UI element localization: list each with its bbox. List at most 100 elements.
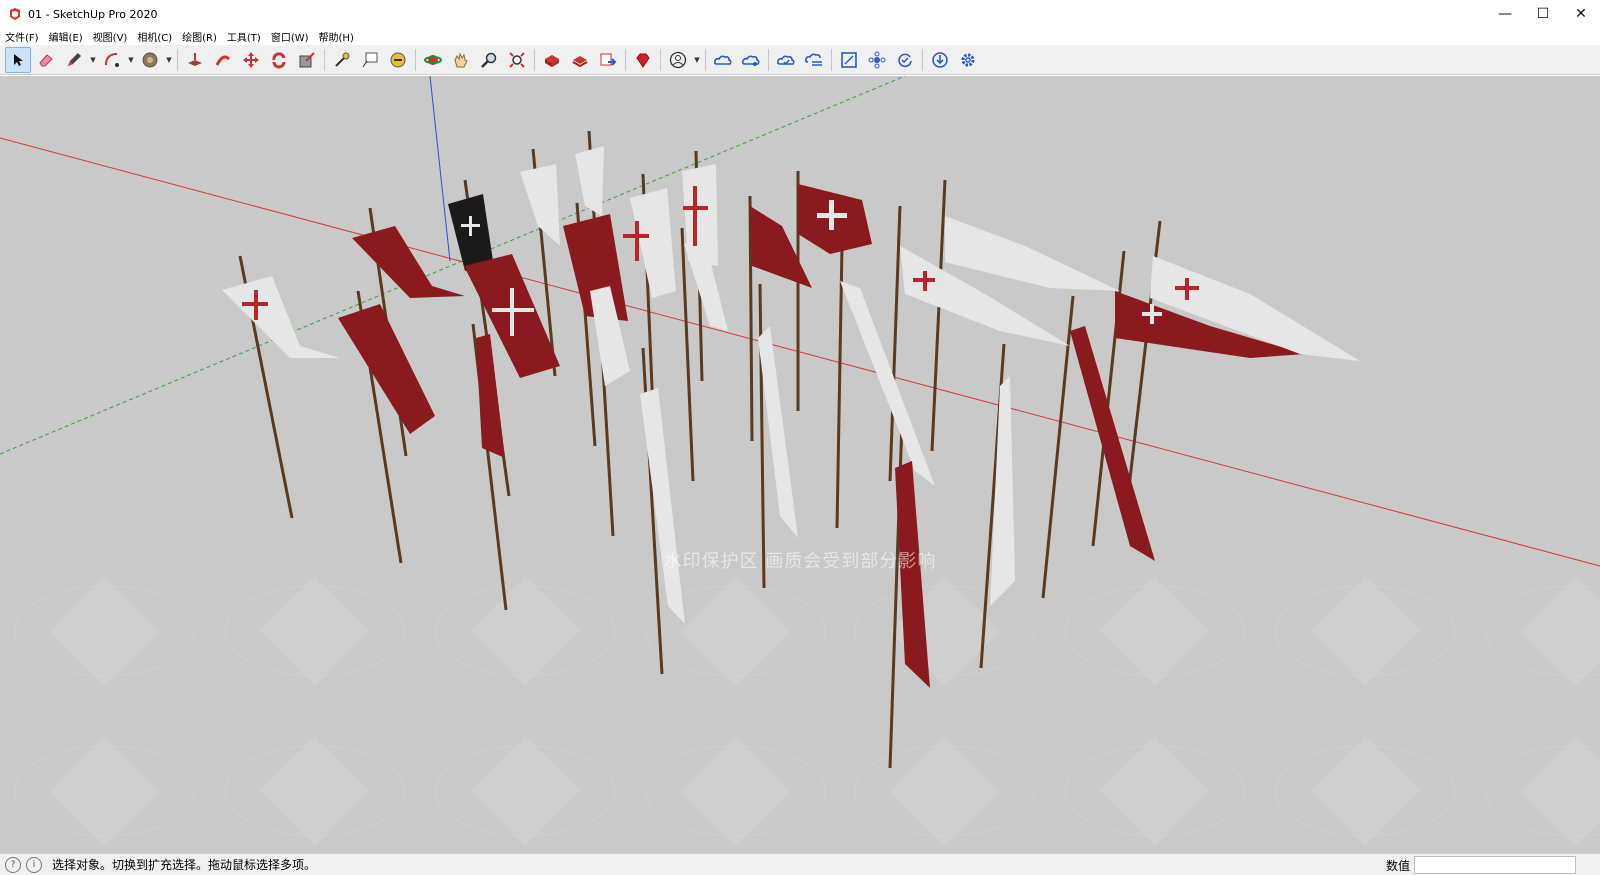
menu-window[interactable]: 窗口(W)	[266, 29, 314, 44]
follow-me-tool-button[interactable]	[210, 47, 236, 73]
tape-measure-icon	[335, 52, 350, 67]
arc-icon	[105, 52, 119, 67]
status-hint: 选择对象。切换到扩充选择。拖动鼠标选择多项。	[52, 858, 317, 872]
scale-icon	[299, 51, 315, 67]
toolbar-separator	[660, 48, 661, 71]
ruby-icon	[636, 53, 650, 68]
orbit-tool-button[interactable]	[420, 47, 446, 73]
measurements-input[interactable]	[1414, 856, 1576, 874]
refresh-button[interactable]	[892, 47, 918, 73]
scale-tool-button[interactable]	[294, 47, 320, 73]
paint-bucket-tool-button[interactable]	[137, 47, 163, 73]
maximize-icon: ☐	[1536, 6, 1550, 22]
arc-tool-button[interactable]	[99, 47, 125, 73]
toolbar-separator	[415, 48, 416, 71]
cloud-upload-button[interactable]	[801, 47, 827, 73]
menu-bar: 文件(F) 编辑(E) 视图(V) 相机(C) 绘图(R) 工具(T) 窗口(W…	[0, 28, 1600, 45]
close-icon: ✕	[1575, 6, 1587, 22]
send-icon	[600, 53, 617, 66]
scene-canvas	[0, 76, 1600, 853]
move-tool-button[interactable]	[238, 47, 264, 73]
info-icon[interactable]: i	[26, 856, 42, 873]
menu-draw[interactable]: 绘图(R)	[177, 29, 222, 44]
toolbar-separator	[324, 48, 325, 71]
model-viewport[interactable]: 水印保护区 画质会受到部分影响	[0, 76, 1600, 853]
download-button[interactable]	[927, 47, 953, 73]
flag-red-banner	[338, 304, 435, 434]
flag-white-long-streamer	[840, 281, 935, 486]
push-pull-icon	[188, 52, 202, 66]
extension-icon	[572, 55, 588, 67]
toolbar-separator	[177, 48, 178, 71]
zoom-tool-button[interactable]	[476, 47, 502, 73]
components-button[interactable]	[864, 47, 890, 73]
zoom-extents-icon	[509, 51, 525, 68]
toolbar-separator	[831, 48, 832, 71]
geo-location-icon[interactable]: ?	[5, 856, 21, 873]
menu-tools[interactable]: 工具(T)	[222, 29, 266, 44]
account-button[interactable]	[665, 47, 691, 73]
cloud-button[interactable]	[710, 47, 736, 73]
maximize-button[interactable]: ☐	[1524, 0, 1562, 28]
move-icon	[243, 51, 259, 68]
toolbar-separator	[922, 48, 923, 71]
eraser-icon	[39, 53, 53, 66]
text-icon	[362, 52, 378, 67]
select-icon	[14, 53, 23, 66]
menu-edit[interactable]: 编辑(E)	[44, 29, 88, 44]
minimize-button[interactable]: —	[1486, 0, 1524, 28]
menu-view[interactable]: 视图(V)	[88, 29, 133, 44]
menu-camera[interactable]: 相机(C)	[132, 29, 177, 44]
main-toolbar: ▼ ▼ ▼ ▼	[0, 45, 1600, 75]
watermark-pattern	[0, 556, 1600, 853]
menu-help[interactable]: 帮助(H)	[314, 29, 359, 44]
menu-file[interactable]: 文件(F)	[0, 29, 44, 44]
send-to-layout-button[interactable]	[595, 47, 621, 73]
settings-button[interactable]	[955, 47, 981, 73]
chevron-down-icon: ▼	[128, 55, 134, 64]
refresh-icon	[898, 53, 912, 67]
push-pull-tool-button[interactable]	[182, 47, 208, 73]
rotate-tool-button[interactable]	[266, 47, 292, 73]
paint-icon	[390, 52, 406, 67]
tape-measure-tool-button[interactable]	[329, 47, 355, 73]
eraser-tool-button[interactable]	[33, 47, 59, 73]
select-tool-button[interactable]	[5, 46, 31, 73]
chevron-down-icon: ▼	[694, 55, 700, 64]
window-controls: — ☐ ✕	[1486, 0, 1600, 28]
text-tool-button[interactable]	[357, 47, 383, 73]
paint-bucket-icon	[142, 52, 158, 67]
extension-warehouse-button[interactable]	[567, 47, 593, 73]
flag-red-hanging	[476, 334, 505, 458]
pan-icon	[454, 51, 468, 67]
orbit-icon	[424, 54, 442, 65]
follow-me-icon	[215, 55, 231, 66]
sketchup-logo-icon	[8, 7, 22, 21]
flag-white-slim	[684, 236, 728, 331]
watermark-banner: 水印保护区 画质会受到部分影响	[663, 551, 937, 572]
flag-red-streamer	[352, 226, 465, 298]
cloud-icon	[713, 55, 732, 65]
paint-tool-button[interactable]	[385, 47, 411, 73]
toolbar-separator	[705, 48, 706, 71]
cloud-share-button[interactable]	[738, 47, 764, 73]
frame-icon	[841, 51, 857, 68]
frame-button[interactable]	[836, 47, 862, 73]
zoom-extents-tool-button[interactable]	[504, 47, 530, 73]
flag-red-maltese	[798, 184, 872, 254]
cloud-sync-button[interactable]	[773, 47, 799, 73]
account-dropdown[interactable]: ▼	[692, 47, 702, 73]
close-button[interactable]: ✕	[1562, 0, 1600, 28]
warehouse-button[interactable]	[539, 47, 565, 73]
pencil-dropdown[interactable]: ▼	[88, 47, 98, 73]
pan-tool-button[interactable]	[448, 47, 474, 73]
paint-dropdown[interactable]: ▼	[164, 47, 174, 73]
pencil-tool-button[interactable]	[61, 47, 87, 73]
zoom-icon	[481, 52, 497, 68]
blue-axis	[429, 76, 451, 262]
title-bar: 01 - SketchUp Pro 2020 — ☐ ✕	[0, 0, 1600, 28]
arc-dropdown[interactable]: ▼	[126, 47, 136, 73]
flag-white-pennant-top	[945, 216, 1120, 291]
flag-white-pennant	[222, 276, 340, 358]
ruby-console-button[interactable]	[630, 47, 656, 73]
